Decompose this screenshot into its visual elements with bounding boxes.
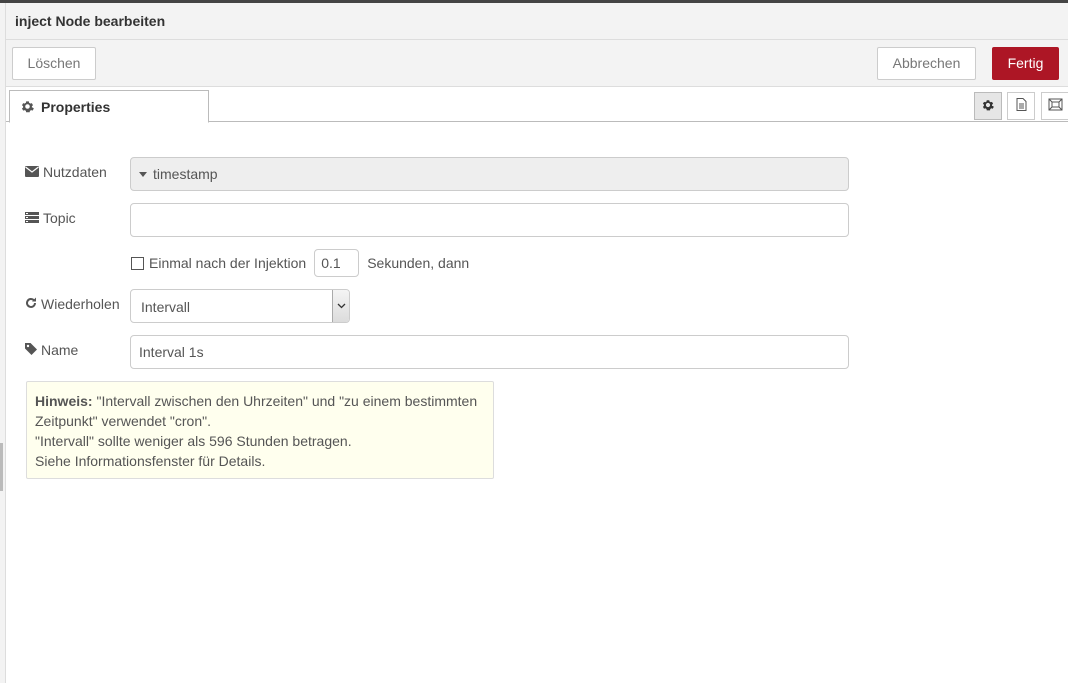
repeat-select[interactable]: Intervall bbox=[130, 289, 350, 323]
repeat-icon bbox=[25, 296, 37, 312]
payload-label-text: Nutzdaten bbox=[43, 164, 107, 180]
inject-once-delay-input[interactable] bbox=[314, 249, 360, 277]
repeat-select-value: Intervall bbox=[141, 299, 191, 315]
tab-strip: Properties bbox=[6, 87, 1068, 123]
topic-label: Topic bbox=[25, 210, 76, 226]
payload-label: Nutzdaten bbox=[25, 164, 107, 180]
hint-line-2: Zeitpunkt" verwendet "cron". bbox=[35, 413, 211, 429]
dialog-action-bar: Löschen Abbrechen Fertig bbox=[6, 40, 1068, 87]
name-label: Name bbox=[25, 342, 78, 358]
object-ungroup-icon bbox=[1048, 98, 1063, 114]
tab-settings-button[interactable] bbox=[974, 92, 1002, 120]
payload-type-selector[interactable]: timestamp bbox=[130, 157, 849, 191]
dialog-title: inject Node bearbeiten bbox=[15, 13, 166, 29]
tab-description-button[interactable] bbox=[1007, 92, 1035, 120]
hint-line-4: Siehe Informationsfenster für Details. bbox=[35, 453, 266, 469]
hint-box: Hinweis: "Intervall zwischen den Uhrzeit… bbox=[26, 381, 494, 479]
name-input[interactable] bbox=[130, 335, 849, 369]
hint-line-1: "Intervall zwischen den Uhrzeiten" und "… bbox=[92, 393, 478, 409]
tab-properties[interactable]: Properties bbox=[9, 90, 209, 123]
inject-once-suffix: Sekunden, dann bbox=[367, 255, 470, 271]
inject-once-checkbox[interactable] bbox=[131, 256, 144, 270]
chevron-down-icon bbox=[332, 290, 349, 322]
tag-icon bbox=[25, 342, 37, 358]
caret-down-icon bbox=[139, 172, 147, 177]
tab-appearance-button[interactable] bbox=[1041, 92, 1068, 120]
inject-once-label: Einmal nach der Injektion bbox=[149, 255, 307, 271]
resize-handle[interactable] bbox=[0, 443, 3, 491]
tasks-icon bbox=[25, 210, 39, 226]
cog-icon bbox=[21, 100, 34, 116]
payload-value: timestamp bbox=[153, 166, 218, 182]
hint-line-3: "Intervall" sollte weniger als 596 Stund… bbox=[35, 433, 352, 449]
dialog-title-bar: inject Node bearbeiten bbox=[6, 3, 1068, 40]
file-text-icon bbox=[1016, 98, 1027, 114]
topic-input[interactable] bbox=[130, 203, 849, 237]
cog-icon bbox=[982, 98, 994, 114]
delete-button[interactable]: Löschen bbox=[12, 47, 96, 80]
name-label-text: Name bbox=[41, 342, 79, 358]
inject-once-row: Einmal nach der Injektion Sekunden, dann bbox=[131, 249, 469, 277]
cancel-button[interactable]: Abbrechen bbox=[877, 47, 976, 80]
repeat-label: Wiederholen bbox=[25, 296, 120, 312]
done-button[interactable]: Fertig bbox=[992, 47, 1059, 80]
topic-label-text: Topic bbox=[43, 210, 76, 226]
hint-title: Hinweis: bbox=[35, 393, 93, 409]
envelope-icon bbox=[25, 164, 39, 180]
tab-properties-label: Properties bbox=[41, 99, 111, 115]
repeat-label-text: Wiederholen bbox=[41, 296, 120, 312]
